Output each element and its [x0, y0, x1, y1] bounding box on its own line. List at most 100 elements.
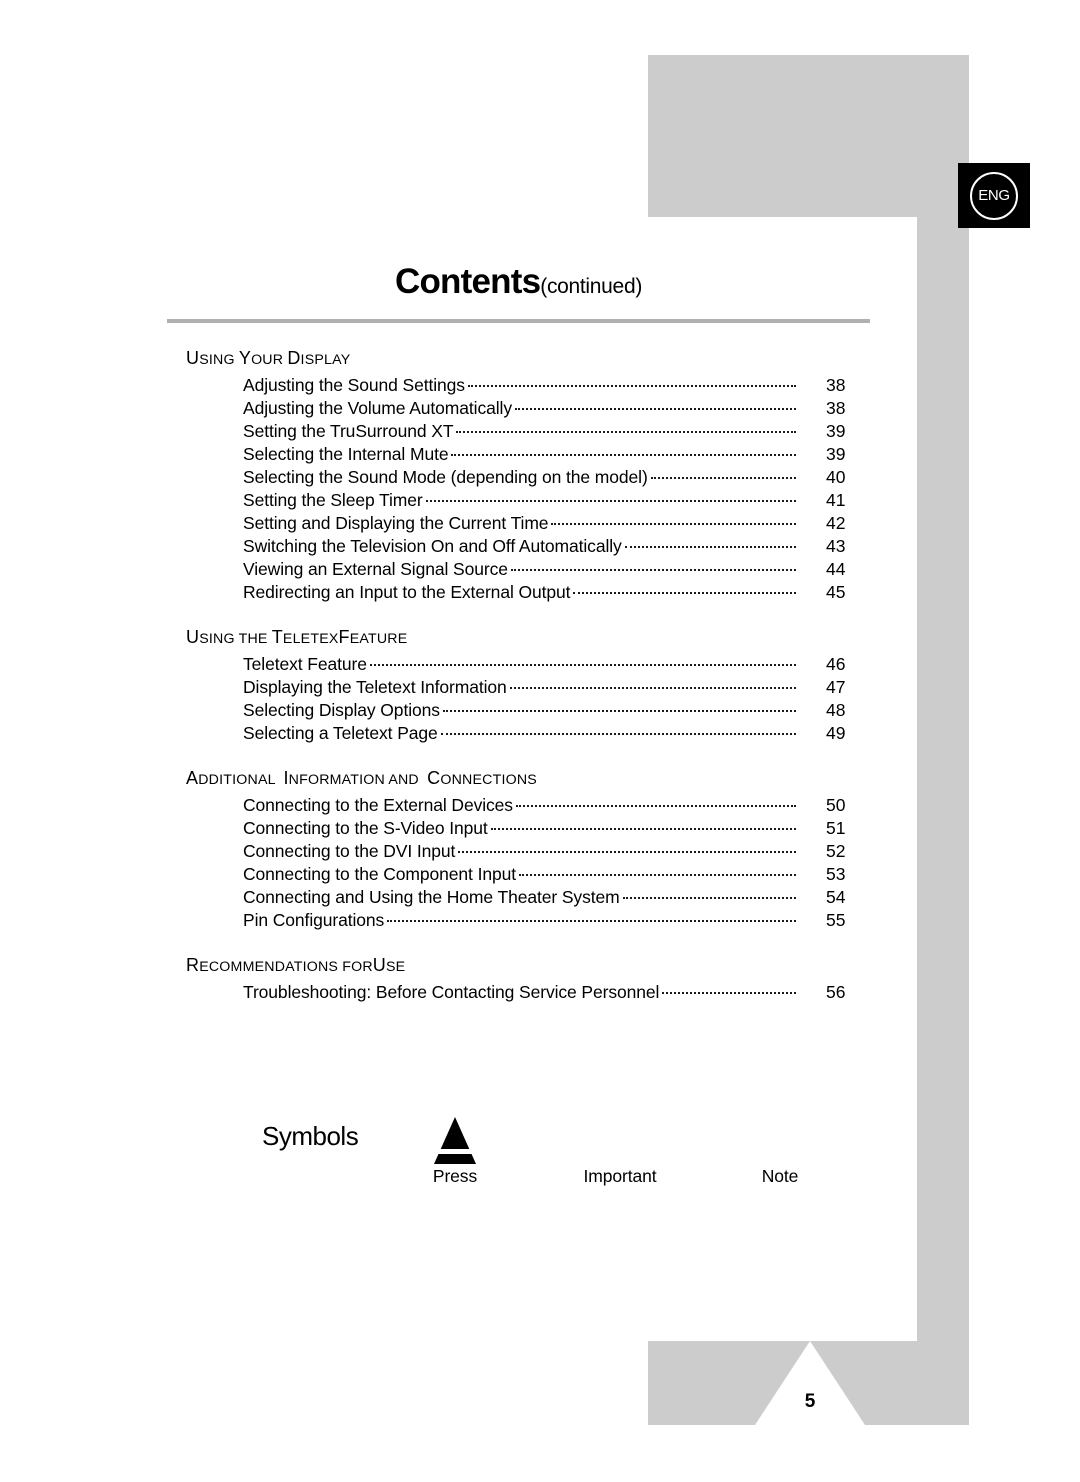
- toc-entry-page: 41: [826, 490, 846, 510]
- toc-entry[interactable]: Setting and Displaying the Current Time 4…: [243, 513, 886, 536]
- toc-entry[interactable]: Teletext Feature 46: [243, 654, 886, 677]
- toc-entry-label: Troubleshooting: Before Contacting Servi…: [243, 982, 660, 1002]
- toc-entry-leader: [509, 687, 796, 689]
- toc-entry-label: Adjusting the Sound Settings: [243, 375, 465, 395]
- toc-heading-part: T: [271, 627, 283, 647]
- toc-entry-label: Viewing an External Signal Source: [243, 559, 508, 579]
- page-title-main: Contents: [394, 262, 541, 301]
- toc-section: USING YOUR DISPLAY Adjusting the Sound Se…: [186, 348, 886, 605]
- toc-heading-part: OUR: [251, 352, 288, 368]
- toc-entry-leader: [624, 546, 796, 548]
- toc-entry-leader: [458, 851, 796, 853]
- toc-entry-label: Connecting to the S-Video Input: [243, 818, 488, 838]
- symbol-important-caption: Important: [583, 1166, 657, 1186]
- toc-entry-leader: [451, 454, 796, 456]
- toc-heading-part: SING THE: [199, 631, 272, 647]
- toc-heading-part: SING: [199, 352, 239, 368]
- manual-page: 5 ENG Contents(continued) USING YOUR DIS…: [0, 0, 1080, 1482]
- toc-entry[interactable]: Selecting the Sound Mode (depending on t…: [243, 467, 886, 490]
- toc-heading-part: EATURE: [349, 631, 408, 647]
- toc-entry-page: 48: [826, 700, 846, 720]
- toc-entry-page: 46: [826, 654, 846, 674]
- toc-entry[interactable]: Selecting the Internal Mute 39: [243, 444, 886, 467]
- toc-entry-page: 56: [826, 982, 846, 1002]
- toc-entry-label: Connecting to the Component Input: [243, 864, 517, 884]
- toc-entry-page: 49: [826, 723, 846, 743]
- toc-heading-part: R: [186, 955, 200, 975]
- toc-entry-leader: [510, 569, 796, 571]
- symbol-press: Press: [390, 1112, 520, 1187]
- symbols-legend: Symbols Press Important Note: [262, 1112, 882, 1202]
- toc-entry[interactable]: Switching the Television On and Off Auto…: [243, 536, 886, 559]
- toc-entry[interactable]: Setting the TruSurround XT 39: [243, 421, 886, 444]
- symbol-important: Important: [555, 1112, 685, 1187]
- toc-entry[interactable]: Selecting a Teletext Page 49: [243, 723, 886, 746]
- toc-entry[interactable]: Connecting to the Component Input 53: [243, 864, 886, 887]
- toc-section-heading: USING THE TELETEXFEATURE: [186, 627, 886, 648]
- toc-entry-page: 38: [826, 398, 846, 418]
- toc-heading-part: ECOMMENDATIONS FOR: [199, 959, 373, 975]
- toc-entry[interactable]: Setting the Sleep Timer 41: [243, 490, 886, 513]
- toc-entry[interactable]: Selecting Display Options 48: [243, 700, 886, 723]
- toc-entry-leader: [573, 592, 796, 594]
- toc-entry-page: 51: [826, 818, 846, 838]
- bottom-notch: [755, 1341, 865, 1425]
- symbol-note: Note: [715, 1112, 845, 1187]
- toc-entry-page: 52: [826, 841, 846, 861]
- toc-entry-label: Redirecting an Input to the External Out…: [243, 582, 571, 602]
- toc-entry-leader: [519, 874, 796, 876]
- toc-entry[interactable]: Pin Configurations 55: [243, 910, 886, 933]
- toc-entry-page: 55: [826, 910, 846, 930]
- toc-entry-leader: [551, 523, 796, 525]
- toc-section: RECOMMENDATIONS FORUSE Troubleshooting: B…: [186, 955, 886, 1005]
- toc-entry[interactable]: Connecting to the S-Video Input 51: [243, 818, 886, 841]
- toc-entry-page: 50: [826, 795, 846, 815]
- toc-entry-leader: [440, 733, 796, 735]
- toc-entry[interactable]: Troubleshooting: Before Contacting Servi…: [243, 982, 886, 1005]
- toc-entry-page: 42: [826, 513, 846, 533]
- toc-entry[interactable]: Adjusting the Volume Automatically 38: [243, 398, 886, 421]
- table-of-contents: USING YOUR DISPLAY Adjusting the Sound Se…: [186, 348, 886, 1005]
- language-badge-circle: ENG: [970, 171, 1018, 220]
- toc-heading-part: ELETEX: [282, 631, 339, 647]
- toc-section: ADDITIONAL INFORMATION AND CONNECTIONS Co…: [186, 768, 886, 933]
- toc-heading-part: ISPLAY: [300, 352, 351, 368]
- toc-entry-leader: [467, 385, 796, 387]
- page-title-sub: (continued): [540, 275, 643, 298]
- important-icon: [555, 1112, 685, 1164]
- toc-entry-label: Selecting the Internal Mute: [243, 444, 449, 464]
- toc-entry-leader: [425, 500, 796, 502]
- toc-entry-page: 39: [826, 421, 846, 441]
- toc-entry-leader: [515, 805, 796, 807]
- toc-entry[interactable]: Redirecting an Input to the External Out…: [243, 582, 886, 605]
- toc-entry-leader: [650, 477, 796, 479]
- toc-entry-page: 38: [826, 375, 846, 395]
- toc-entry-label: Selecting the Sound Mode (depending on t…: [243, 467, 648, 487]
- toc-entry[interactable]: Displaying the Teletext Information 47: [243, 677, 886, 700]
- toc-entry[interactable]: Connecting to the DVI Input 52: [243, 841, 886, 864]
- toc-entry-label: Connecting to the External Devices: [243, 795, 513, 815]
- toc-entry-label: Pin Configurations: [243, 910, 385, 930]
- gray-top-block: [648, 55, 969, 217]
- toc-entry-leader: [514, 408, 796, 410]
- toc-heading-part: F: [338, 627, 350, 647]
- toc-entry-page: 39: [826, 444, 846, 464]
- toc-entry-leader: [622, 897, 796, 899]
- toc-entry[interactable]: Adjusting the Sound Settings 38: [243, 375, 886, 398]
- press-triangle-band: [433, 1149, 477, 1154]
- toc-entry[interactable]: Connecting to the External Devices 50: [243, 795, 886, 818]
- toc-entry-label: Displaying the Teletext Information: [243, 677, 507, 697]
- toc-entry-label: Switching the Television On and Off Auto…: [243, 536, 622, 556]
- symbol-note-caption: Note: [761, 1166, 799, 1186]
- toc-entry-page: 53: [826, 864, 846, 884]
- toc-heading-part: U: [186, 627, 200, 647]
- toc-entry[interactable]: Connecting and Using the Home Theater Sy…: [243, 887, 886, 910]
- toc-entry-leader: [456, 431, 796, 433]
- toc-heading-part: U: [372, 955, 386, 975]
- page-title: Contents(continued): [167, 262, 870, 302]
- title-divider: [167, 319, 870, 323]
- toc-entry-page: 43: [826, 536, 846, 556]
- toc-entry-label: Selecting Display Options: [243, 700, 440, 720]
- toc-entry[interactable]: Viewing an External Signal Source 44: [243, 559, 886, 582]
- toc-heading-part: NFORMATION AND: [288, 772, 428, 788]
